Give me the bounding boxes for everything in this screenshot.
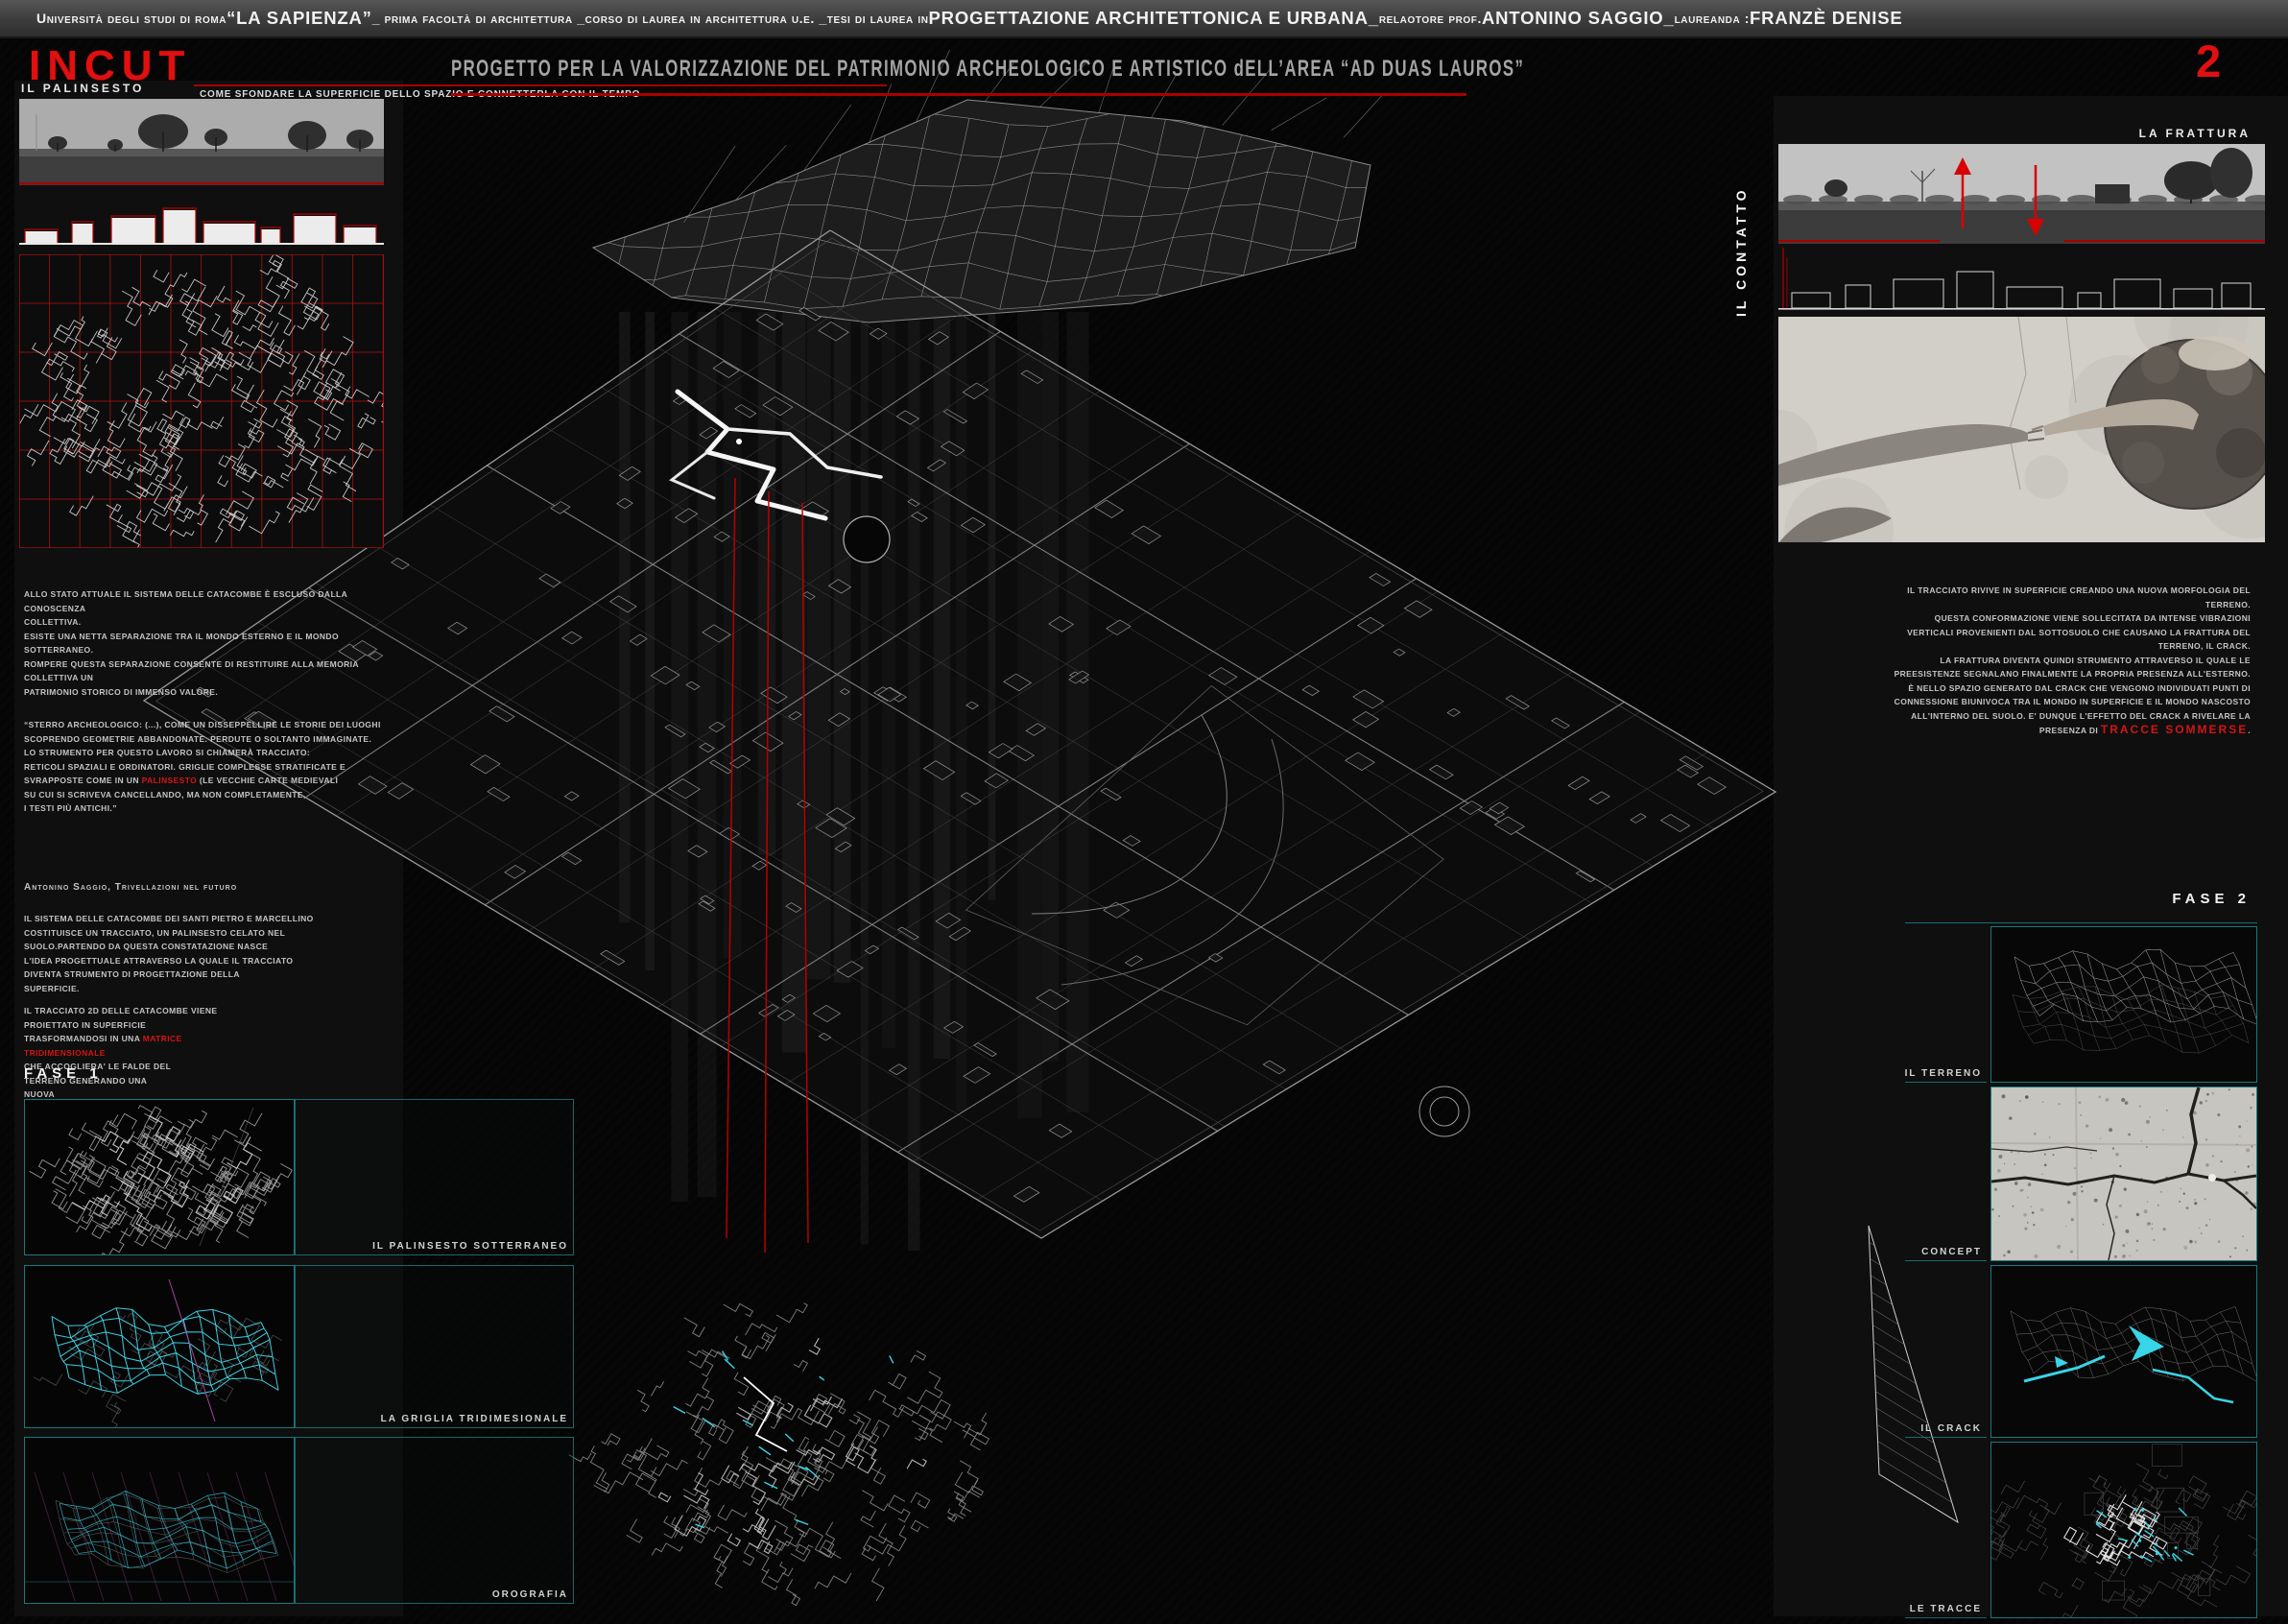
quote-attribution: Antonino Saggio, Trivellazioni nel futur… <box>24 881 406 896</box>
vertical-label-contatto: IL CONTATTO <box>1733 142 1749 317</box>
catacomb-grid-map <box>19 254 384 548</box>
fase1-thumb-griglia <box>24 1265 295 1428</box>
fase1-caption-3: OROGRAFIA <box>492 1589 568 1600</box>
right-paragraph: IL TRACCIATO RIVIVE IN SUPERFICIE CREAND… <box>1819 584 2251 738</box>
fase1-thumb-palinsesto-sotterraneo <box>24 1099 295 1255</box>
header-segment-course: PROGETTAZIONE ARCHITETTONICA E URBANA_ <box>929 8 1379 29</box>
fase1-labelbox-3: OROGRAFIA <box>295 1437 574 1604</box>
fase1-labelbox-1: IL PALINSESTO SOTTERRANEO <box>295 1099 574 1255</box>
paragraph-text: IL TRACCIATO 2D DELLE CATACOMBE VIENE PR… <box>24 1006 218 1043</box>
section-label-palinsesto: IL PALINSESTO <box>21 82 144 95</box>
fase2-thumb-concept <box>1990 1087 2257 1261</box>
paragraph-text: IL TRACCIATO RIVIVE IN SUPERFICIE CREAND… <box>1895 585 2251 735</box>
creation-of-adam-image <box>1778 317 2265 542</box>
fase2-thumb-terreno <box>1990 926 2257 1083</box>
quote-highlight-palinsesto: PALINSESTO <box>142 776 198 785</box>
header-segment: laureanda : <box>1675 11 1750 26</box>
fase2-heading: FASE 2 <box>2111 891 2251 907</box>
fase2-labelcell-2: CONCEPT <box>1905 1087 1987 1261</box>
fase2-caption-crack: IL CRACK <box>1920 1423 1982 1434</box>
fase1-thumb-orografia <box>24 1437 295 1604</box>
left-paragraph-3: IL SISTEMA DELLE CATACOMBE DEI SANTI PIE… <box>24 912 341 995</box>
fase2-thumb-tracce <box>1990 1442 2257 1618</box>
title-underline <box>451 93 1466 96</box>
fase1-caption-1: IL PALINSESTO SOTTERRANEO <box>372 1241 568 1252</box>
left-paragraph-1: ALLO STATO ATTUALE IL SISTEMA DELLE CATA… <box>24 587 406 699</box>
paragraph-text: . <box>2248 726 2251 735</box>
fase2-top-rule <box>1905 922 2257 923</box>
left-quote: “STERRO ARCHEOLOGICO: (...), COME UN DIS… <box>24 718 406 816</box>
fase1-caption-2: LA GRIGLIA TRIDIMESIONALE <box>381 1414 568 1424</box>
fase2-thumb-crack <box>1990 1265 2257 1438</box>
poster-title: PROGETTO PER LA VALORIZZAZIONE DEL PATRI… <box>451 56 1524 83</box>
fase1-labelbox-2: LA GRIGLIA TRIDIMESIONALE <box>295 1265 574 1428</box>
fase2-labelcell-3: IL CRACK <box>1905 1265 1987 1438</box>
page-number: 2 <box>2196 35 2223 87</box>
header-segment: Università degli studi di roma <box>36 11 226 26</box>
section-label-frattura: LA FRATTURA <box>2015 127 2251 140</box>
header-segment: _ prima facoltà di architettura _corso d… <box>372 11 929 26</box>
logo-underline <box>194 84 887 86</box>
header-segment-professor: ANTONINO SAGGIO_ <box>1482 8 1675 29</box>
skyline-silhouette-left <box>19 188 384 248</box>
poster-canvas: { "colors": {"accent_red": "#c40000", "t… <box>0 0 2288 1624</box>
panorama-photo-left <box>19 99 384 185</box>
highlight-tracce-sommerse: TRACCE SOMMERSE <box>2101 723 2248 736</box>
header-segment-university: “LA SAPIENZA” <box>226 8 372 29</box>
header-segment: relaotore prof. <box>1379 11 1482 26</box>
header-segment-student: FRANZÈ DENISE <box>1750 8 1902 29</box>
fase2-caption-tracce: LE TRACCE <box>1910 1604 1982 1614</box>
fase2-labelcell-4: LE TRACCE <box>1905 1442 1987 1618</box>
fase1-heading: FASE 1 <box>24 1065 103 1082</box>
panorama-photo-right <box>1778 144 2265 244</box>
fase2-caption-concept: CONCEPT <box>1921 1247 1982 1257</box>
header-bar: Università degli studi di roma “LA SAPIE… <box>0 0 2288 38</box>
fase2-caption-terreno: IL TERRENO <box>1905 1068 1982 1079</box>
skyline-silhouette-right <box>1778 248 2265 313</box>
fase2-labelcell-1: IL TERRENO <box>1905 926 1987 1083</box>
